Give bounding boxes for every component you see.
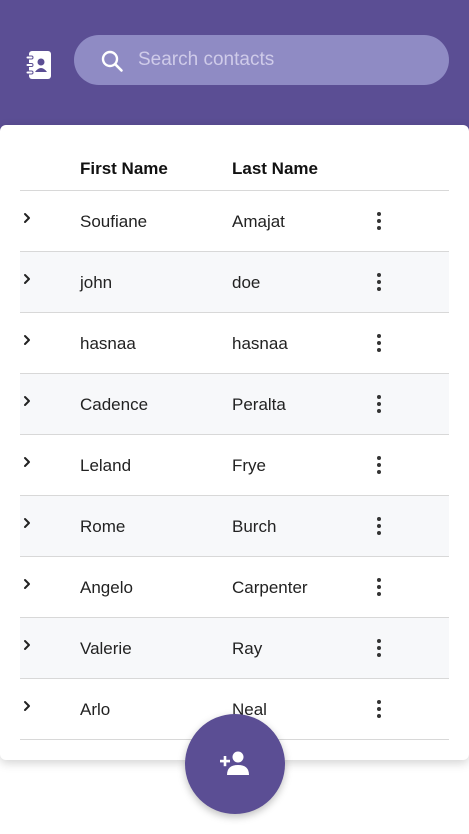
cell-last-name: Ray bbox=[232, 639, 263, 658]
cell-last-name: Carpenter bbox=[232, 578, 308, 597]
table-row[interactable]: john doe bbox=[20, 252, 449, 313]
table-row[interactable]: hasnaa hasnaa bbox=[20, 313, 449, 374]
more-vert-icon[interactable] bbox=[370, 332, 388, 354]
table-row[interactable]: Rome Burch bbox=[20, 496, 449, 557]
table-row[interactable]: Valerie Ray bbox=[20, 618, 449, 679]
cell-first-name: Angelo bbox=[80, 578, 133, 597]
search-input[interactable] bbox=[138, 35, 428, 85]
more-vert-icon[interactable] bbox=[370, 576, 388, 598]
cell-first-name: Valerie bbox=[80, 639, 132, 658]
cell-last-name: Frye bbox=[232, 456, 266, 475]
person-add-icon bbox=[220, 751, 249, 775]
more-vert-icon[interactable] bbox=[370, 454, 388, 476]
add-contact-button[interactable] bbox=[185, 714, 285, 814]
chevron-right-icon[interactable] bbox=[22, 699, 32, 713]
cell-first-name: john bbox=[80, 273, 113, 292]
chevron-right-icon[interactable] bbox=[22, 455, 32, 469]
contacts-table: First Name Last Name Soufiane Amajat john d… bbox=[20, 125, 449, 740]
contacts-book-icon[interactable] bbox=[24, 49, 54, 81]
cell-first-name: Leland bbox=[80, 456, 132, 475]
chevron-right-icon[interactable] bbox=[22, 394, 32, 408]
contacts-card: First Name Last Name Soufiane Amajat john d… bbox=[0, 125, 469, 760]
more-vert-icon[interactable] bbox=[370, 698, 388, 720]
table-row[interactable]: Angelo Carpenter bbox=[20, 557, 449, 618]
more-vert-icon[interactable] bbox=[370, 271, 388, 293]
cell-first-name: Rome bbox=[80, 517, 126, 536]
cell-first-name: hasnaa bbox=[80, 334, 136, 353]
cell-first-name: Cadence bbox=[80, 395, 149, 414]
cell-first-name: Arlo bbox=[80, 700, 111, 719]
column-header-last-name[interactable]: Last Name bbox=[232, 159, 318, 179]
more-vert-icon[interactable] bbox=[370, 637, 388, 659]
table-row[interactable]: Soufiane Amajat bbox=[20, 191, 449, 252]
more-vert-icon[interactable] bbox=[370, 515, 388, 537]
cell-last-name: hasnaa bbox=[232, 334, 288, 353]
cell-last-name: Peralta bbox=[232, 395, 286, 414]
column-header-first-name[interactable]: First Name bbox=[80, 159, 168, 179]
chevron-right-icon[interactable] bbox=[22, 272, 32, 286]
cell-first-name: Soufiane bbox=[80, 212, 148, 231]
table-header: First Name Last Name bbox=[20, 125, 449, 191]
table-row[interactable]: Leland Frye bbox=[20, 435, 449, 496]
table-body: Soufiane Amajat john doe hasnaa hasnaa Cadence… bbox=[20, 191, 449, 740]
more-vert-icon[interactable] bbox=[370, 210, 388, 232]
table-row[interactable]: Cadence Peralta bbox=[20, 374, 449, 435]
cell-last-name: doe bbox=[232, 273, 261, 292]
chevron-right-icon[interactable] bbox=[22, 638, 32, 652]
search-icon bbox=[101, 50, 123, 72]
chevron-right-icon[interactable] bbox=[22, 577, 32, 591]
more-vert-icon[interactable] bbox=[370, 393, 388, 415]
chevron-right-icon[interactable] bbox=[22, 333, 32, 347]
chevron-right-icon[interactable] bbox=[22, 211, 32, 225]
chevron-right-icon[interactable] bbox=[22, 516, 32, 530]
cell-last-name: Burch bbox=[232, 517, 277, 536]
cell-last-name: Amajat bbox=[232, 212, 285, 231]
search-bar[interactable] bbox=[74, 35, 449, 85]
